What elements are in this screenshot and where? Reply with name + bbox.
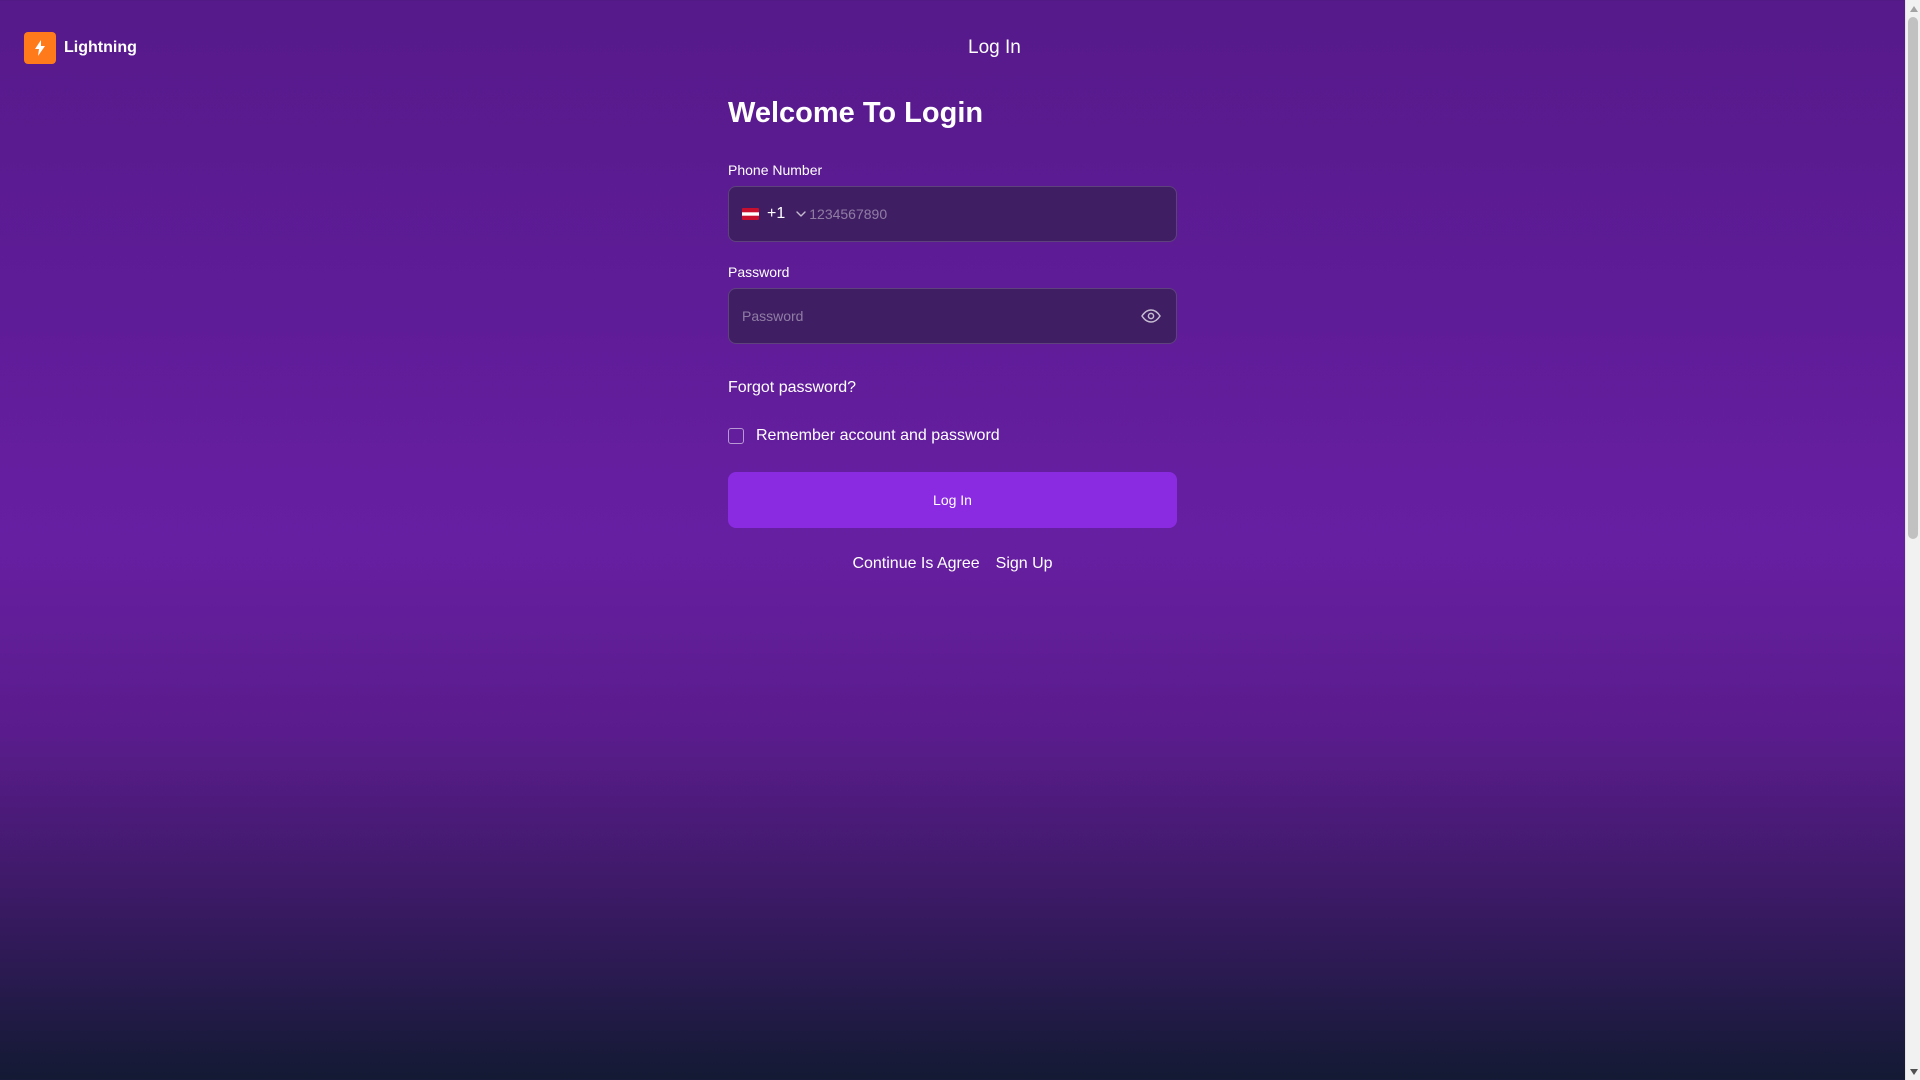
scroll-down-arrow[interactable] <box>1906 1063 1920 1080</box>
password-field <box>728 288 1177 344</box>
phone-label: Phone Number <box>728 162 823 178</box>
remember-checkbox[interactable] <box>728 428 744 444</box>
top-header: Lightning Log In <box>0 0 1905 96</box>
show-password-button[interactable] <box>1140 305 1162 327</box>
sign-up-link[interactable]: Sign Up <box>996 555 1053 573</box>
scroll-up-arrow[interactable] <box>1906 0 1920 17</box>
vertical-scrollbar[interactable] <box>1905 0 1920 1080</box>
country-code-select[interactable]: +1 <box>742 187 807 241</box>
caret-down-icon <box>1909 1068 1918 1075</box>
chevron-down-icon <box>796 211 806 217</box>
brand-name: Lightning <box>64 39 137 56</box>
phone-input[interactable] <box>809 187 1163 241</box>
lightning-icon <box>24 32 56 64</box>
agreement-link[interactable]: Continue Is Agree <box>852 555 979 573</box>
country-code: +1 <box>767 205 786 222</box>
remember-row: Remember account and password <box>728 427 1177 445</box>
phone-field: +1 <box>728 186 1177 242</box>
footer-links: Continue Is Agree Sign Up <box>728 555 1177 573</box>
page-title: Welcome To Login <box>728 97 984 129</box>
flag-icon <box>742 208 759 220</box>
password-label: Password <box>728 264 790 280</box>
log-in-button[interactable]: Log In <box>728 472 1177 528</box>
scroll-thumb[interactable] <box>1908 17 1918 539</box>
caret-up-icon <box>1909 5 1918 12</box>
forgot-password-link[interactable]: Forgot password? <box>728 379 856 397</box>
brand[interactable]: Lightning <box>24 32 137 64</box>
login-form: Welcome To Login Phone Number +1 Passwor… <box>728 96 1177 573</box>
password-input[interactable] <box>742 289 1140 343</box>
remember-label: Remember account and password <box>756 427 1000 444</box>
eye-icon <box>1141 309 1161 323</box>
page-header-title: Log In <box>968 37 1021 58</box>
